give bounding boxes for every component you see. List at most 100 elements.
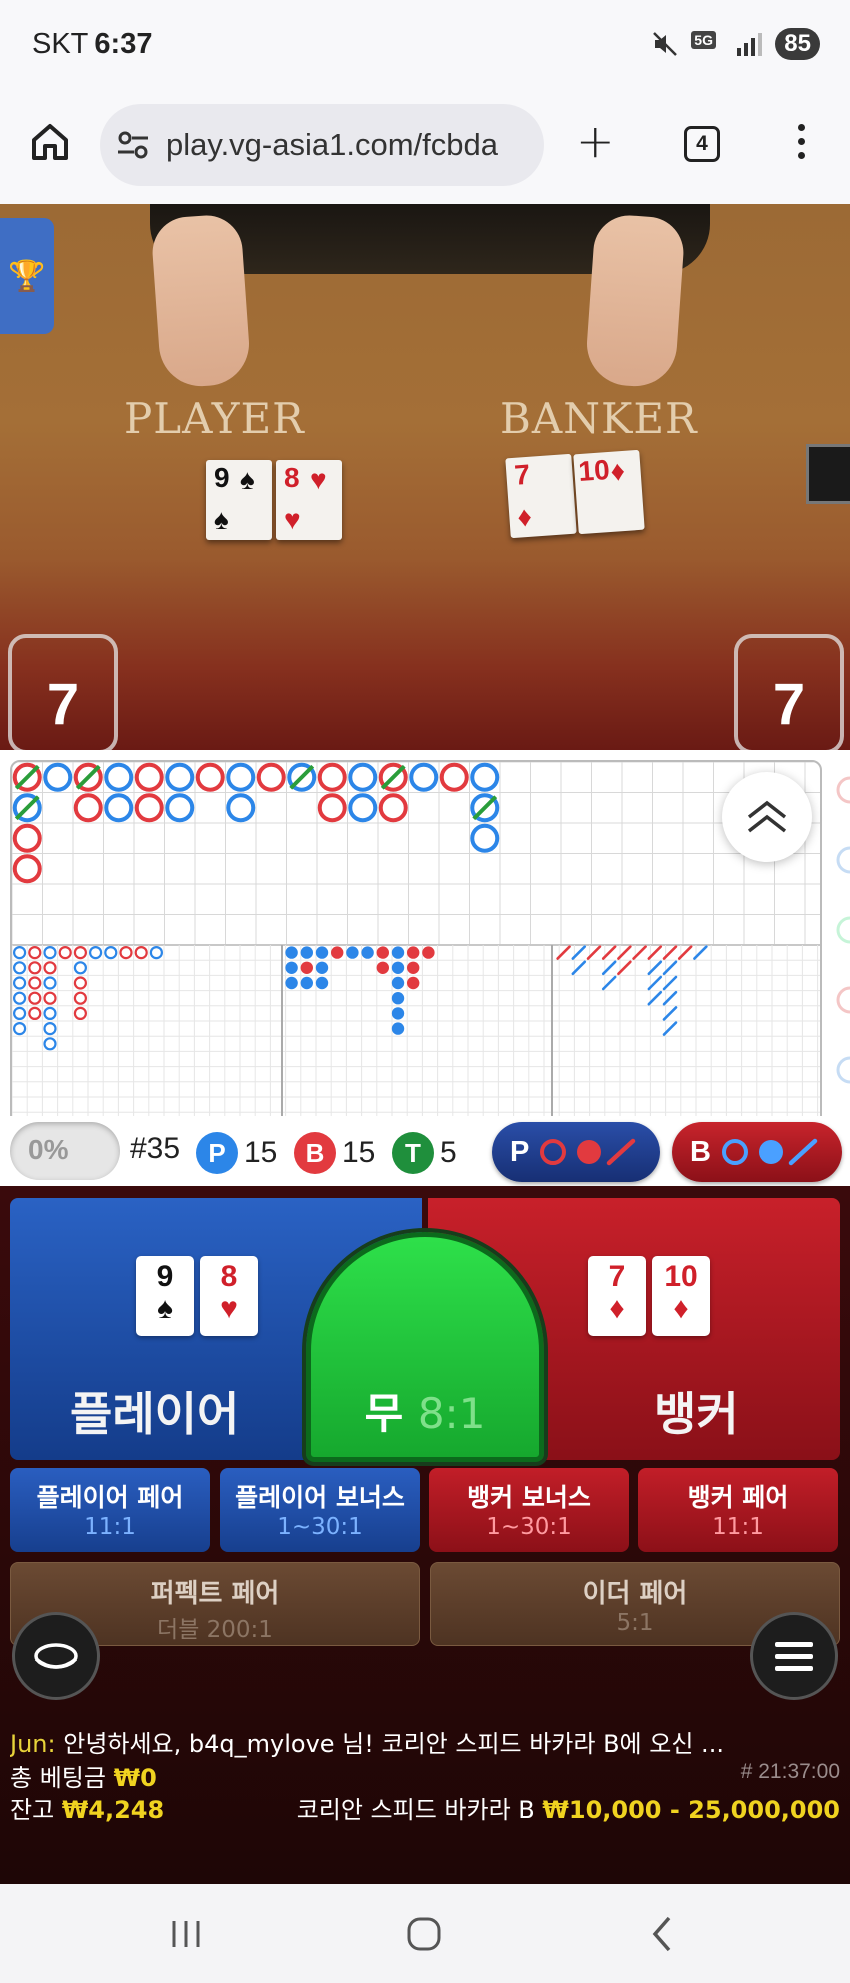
more-vert-icon[interactable] — [796, 124, 806, 164]
site-settings-icon[interactable] — [116, 128, 150, 162]
big-road-cell — [378, 793, 408, 823]
table-limit: 코리안 스피드 바카라 B ₩10,000 - 25,000,000 — [297, 1790, 840, 1825]
small-road-dot — [285, 946, 298, 959]
player-wins: P 15 — [196, 1132, 277, 1174]
android-nav-bar — [0, 1884, 850, 1983]
small-road-cell — [12, 1022, 27, 1036]
big-road-cell — [317, 793, 347, 823]
small-road-cell — [149, 946, 163, 960]
small-road-cell — [43, 961, 57, 975]
big-road-cell — [12, 823, 42, 853]
big-road-cell — [134, 762, 164, 792]
roadmap-grid — [12, 762, 820, 1158]
chat-message: Jun: 안녕하세요, b4q_mylove 님! 코리안 스피드 바카라 B에… — [10, 1724, 840, 1759]
small-road-dot — [376, 946, 389, 959]
small-road-cell — [28, 946, 42, 960]
menu-icon[interactable] — [750, 1612, 838, 1700]
small-road-dot — [315, 961, 329, 974]
banker-pair-bet[interactable]: 뱅커 페어 11:1 — [638, 1468, 838, 1552]
network-label: 5G — [691, 31, 716, 49]
player-pair-bet[interactable]: 플레이어 페어 11:1 — [10, 1468, 210, 1552]
chip-icon[interactable] — [12, 1612, 100, 1700]
video-banker-card-2: 10 ♦ — [573, 449, 645, 535]
carrier-label: SKT — [32, 28, 89, 60]
small-road-dot — [391, 992, 405, 1005]
player-badge: P — [196, 1132, 238, 1174]
tabs-icon[interactable]: 4 — [684, 126, 720, 162]
player-predict-button[interactable]: P — [492, 1122, 660, 1182]
player-bonus-bet[interactable]: 플레이어 보너스 1~30:1 — [220, 1468, 420, 1552]
big-road-cell — [12, 854, 42, 884]
small-road-dot — [391, 946, 405, 959]
percent-toggle[interactable]: 0% — [10, 1122, 120, 1180]
signal-icon — [735, 30, 763, 58]
video-banker-card-1: 7 ♦ — [505, 453, 577, 539]
status-bar: SKT 6:37 5G 85 — [0, 0, 850, 92]
small-road-cell — [73, 1006, 88, 1020]
balance-row: 잔고 ₩4,248 코리안 스피드 바카라 B ₩10,000 - 25,000… — [10, 1790, 840, 1825]
small-road-cell — [43, 976, 57, 990]
small-road-dot — [285, 961, 298, 974]
percent-label: 0% — [28, 1134, 69, 1165]
big-road-cell — [195, 762, 225, 792]
next-panel-edge — [834, 770, 850, 1150]
banker-bet-label: 뱅커 — [654, 1387, 739, 1441]
home-nav-icon[interactable] — [402, 1912, 446, 1956]
plus-icon[interactable]: + — [576, 118, 615, 164]
tie-badge: T — [392, 1132, 434, 1174]
back-icon[interactable] — [640, 1912, 684, 1956]
collapse-up-icon[interactable] — [722, 772, 812, 862]
bet-player-card-2: 8 ♥ — [200, 1256, 258, 1336]
scoreboard[interactable] — [10, 760, 822, 1160]
big-road-cell — [226, 793, 256, 823]
player-score: 7 — [8, 634, 118, 750]
small-road-cell — [43, 946, 57, 960]
balance-label: 잔고 — [10, 1796, 55, 1824]
small-road-dot — [391, 976, 405, 990]
small-road-dot — [300, 946, 313, 959]
big-road-cell — [439, 762, 469, 792]
small-road-dot — [346, 946, 359, 959]
banker-predict-label: B — [690, 1135, 711, 1168]
big-road-cell — [226, 762, 256, 792]
tie-bet-area[interactable]: 무 8:1 — [306, 1232, 544, 1462]
small-road-cell — [104, 946, 118, 960]
small-road-cell — [73, 946, 88, 960]
small-road-dot — [315, 976, 329, 990]
big-road-cell — [317, 762, 347, 792]
battery-icon: 85 — [775, 28, 820, 60]
small-road-cell — [73, 991, 88, 1005]
small-road-cell — [58, 946, 72, 960]
status-icons: 5G 85 — [651, 28, 820, 60]
banker-wins-count: 15 — [342, 1136, 376, 1169]
big-road-cell — [256, 762, 286, 792]
big-road-cell — [73, 793, 103, 823]
small-road-dot — [315, 946, 329, 959]
small-road-cell — [43, 991, 57, 1005]
banker-bonus-bet[interactable]: 뱅커 보너스 1~30:1 — [429, 1468, 629, 1552]
big-road-cell — [104, 793, 134, 823]
small-road-dot — [285, 976, 298, 990]
home-icon[interactable] — [28, 120, 72, 164]
small-road-cell — [43, 1037, 57, 1051]
dealer-left-hand — [150, 213, 252, 389]
round-count: #35 — [130, 1132, 180, 1166]
big-road-cell — [470, 823, 500, 853]
small-road-cell — [43, 1006, 57, 1020]
url-text: play.vg-asia1.com/fcbda — [166, 127, 498, 162]
small-road-cell — [43, 1022, 57, 1036]
small-road-dot — [300, 976, 313, 990]
total-bet-value: ₩0 — [113, 1764, 157, 1792]
recents-icon[interactable] — [164, 1912, 208, 1956]
address-bar[interactable]: play.vg-asia1.com/fcbda — [100, 104, 544, 186]
player-predict-icons — [540, 1138, 636, 1166]
banker-predict-button[interactable]: B — [672, 1122, 842, 1182]
table-player-label: PLAYER — [124, 394, 305, 443]
round-label: #35 — [130, 1132, 181, 1165]
trophy-icon[interactable]: 🏆 — [0, 218, 54, 334]
mute-icon — [651, 30, 678, 58]
small-road-dot — [300, 961, 313, 974]
card-shoe — [806, 444, 850, 504]
small-road-dot — [361, 946, 374, 959]
small-road-cell — [73, 961, 88, 975]
